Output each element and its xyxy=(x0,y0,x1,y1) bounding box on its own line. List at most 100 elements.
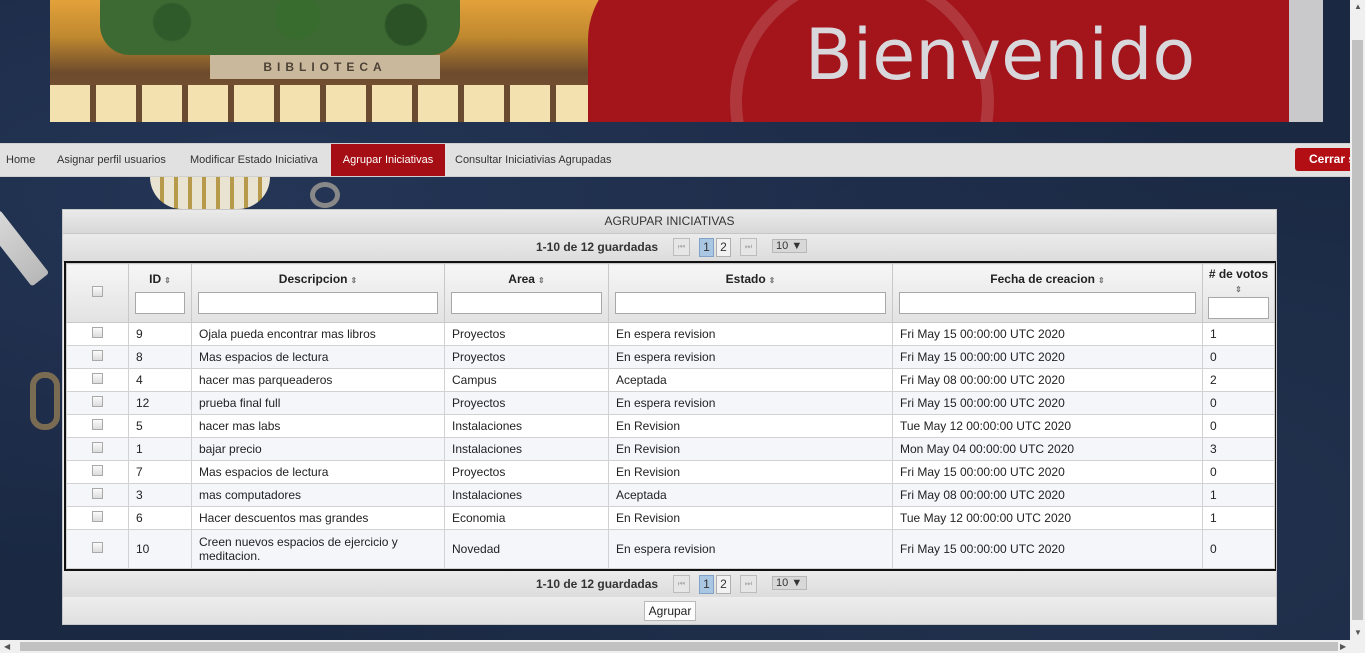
page-1-button[interactable]: 1 xyxy=(699,575,714,594)
banner-title: Bienvenido xyxy=(804,14,1196,96)
cell-estado: En Revision xyxy=(608,437,893,461)
last-page-icon[interactable]: ⏭ xyxy=(740,575,757,593)
filter-estado-input[interactable] xyxy=(615,292,886,314)
row-select-cell xyxy=(66,460,129,484)
table-row[interactable]: 7 Mas espacios de lectura Proyectos En Revi… xyxy=(66,460,1275,484)
row-checkbox[interactable] xyxy=(92,327,103,338)
page-2-button[interactable]: 2 xyxy=(716,575,731,594)
cell-descripcion: prueba final full xyxy=(191,391,445,415)
cell-id: 10 xyxy=(128,529,192,569)
filter-descripcion-input[interactable] xyxy=(198,292,438,314)
table-row[interactable]: 8 Mas espacios de lectura Proyectos En espe… xyxy=(66,345,1275,369)
cell-fecha: Fri May 08 00:00:00 UTC 2020 xyxy=(892,483,1203,507)
cell-descripcion: Hacer descuentos mas grandes xyxy=(191,506,445,530)
agrupar-button[interactable]: Agrupar xyxy=(644,601,696,621)
cell-area: Instalaciones xyxy=(444,414,609,438)
column-header-id[interactable]: ID ⇕ xyxy=(128,263,192,323)
row-checkbox[interactable] xyxy=(92,419,103,430)
sort-icon: ⇕ xyxy=(768,276,776,285)
row-checkbox[interactable] xyxy=(92,350,103,361)
table-row[interactable]: 3 mas computadores Instalaciones Aceptada Fr… xyxy=(66,483,1275,507)
nav-item-consultar-agrupadas[interactable]: Consultar Iniciativias Agrupadas xyxy=(445,144,622,176)
first-page-icon[interactable]: ⏮ xyxy=(673,575,690,593)
nav-item-home[interactable]: Home xyxy=(0,144,45,176)
select-all-checkbox[interactable] xyxy=(92,286,103,297)
cell-votos: 1 xyxy=(1202,322,1275,346)
column-label: Estado xyxy=(725,272,766,286)
sort-icon: ⇕ xyxy=(1235,285,1242,294)
column-header-estado[interactable]: Estado ⇕ xyxy=(608,263,893,323)
column-header-fecha[interactable]: Fecha de creacion ⇕ xyxy=(892,263,1203,323)
row-checkbox[interactable] xyxy=(92,542,103,553)
first-page-icon[interactable]: ⏮ xyxy=(673,238,690,256)
cell-descripcion: Creen nuevos espacios de ejercicio y med… xyxy=(191,529,445,569)
cell-area: Economia xyxy=(444,506,609,530)
column-label: Fecha de creacion xyxy=(990,272,1095,286)
table-row[interactable]: 12 prueba final full Proyectos En espera re… xyxy=(66,391,1275,415)
scroll-down-icon[interactable]: ▼ xyxy=(1354,628,1362,637)
cell-fecha: Tue May 12 00:00:00 UTC 2020 xyxy=(892,414,1203,438)
table-row[interactable]: 4 hacer mas parqueaderos Campus Aceptada Fri… xyxy=(66,368,1275,392)
cell-id: 4 xyxy=(128,368,192,392)
nav-item-agrupar-iniciativas[interactable]: Agrupar Iniciativas xyxy=(331,144,445,176)
cell-area: Proyectos xyxy=(444,391,609,415)
cell-estado: En espera revision xyxy=(608,529,893,569)
nav-item-asignar-perfil[interactable]: Asignar perfil usuarios xyxy=(47,144,176,176)
scroll-up-icon[interactable]: ▲ xyxy=(1354,2,1362,11)
cell-votos: 1 xyxy=(1202,506,1275,530)
cell-area: Campus xyxy=(444,368,609,392)
filter-fecha-input[interactable] xyxy=(899,292,1196,314)
horizontal-scrollbar-thumb[interactable] xyxy=(20,642,1338,651)
row-checkbox[interactable] xyxy=(92,511,103,522)
rows-per-page-select[interactable]: 10 ▼ xyxy=(772,576,807,590)
cell-descripcion: hacer mas labs xyxy=(191,414,445,438)
row-checkbox[interactable] xyxy=(92,465,103,476)
cell-votos: 0 xyxy=(1202,345,1275,369)
scroll-left-icon[interactable]: ◀ xyxy=(4,642,10,651)
paginator-report: 1-10 de 12 guardadas xyxy=(536,577,659,591)
table-row[interactable]: 10 Creen nuevos espacios de ejercicio y m… xyxy=(66,529,1275,569)
cell-descripcion: Ojala pueda encontrar mas libros xyxy=(191,322,445,346)
last-page-icon[interactable]: ⏭ xyxy=(740,238,757,256)
row-checkbox[interactable] xyxy=(92,373,103,384)
cell-votos: 0 xyxy=(1202,391,1275,415)
library-sign: BIBLIOTECA xyxy=(210,55,440,79)
cell-votos: 2 xyxy=(1202,368,1275,392)
table-row[interactable]: 5 hacer mas labs Instalaciones En Revision T… xyxy=(66,414,1275,438)
filter-area-input[interactable] xyxy=(451,292,602,314)
row-checkbox[interactable] xyxy=(92,488,103,499)
nav-item-modificar-estado[interactable]: Modificar Estado Iniciativa xyxy=(180,144,328,176)
column-header-area[interactable]: Area ⇕ xyxy=(444,263,609,323)
cell-votos: 0 xyxy=(1202,529,1275,569)
table-row[interactable]: 6 Hacer descuentos mas grandes Economia En … xyxy=(66,506,1275,530)
column-header-descripcion[interactable]: Descripcion ⇕ xyxy=(191,263,445,323)
sort-icon: ⇕ xyxy=(350,276,358,285)
row-select-cell xyxy=(66,414,129,438)
cell-descripcion: Mas espacios de lectura xyxy=(191,345,445,369)
rows-per-page-select[interactable]: 10 ▼ xyxy=(772,239,807,253)
cell-descripcion: hacer mas parqueaderos xyxy=(191,368,445,392)
chevron-down-icon: ▼ xyxy=(791,577,803,589)
cell-id: 9 xyxy=(128,322,192,346)
vertical-scrollbar-thumb[interactable] xyxy=(1352,40,1363,620)
sort-icon: ⇕ xyxy=(164,276,171,285)
row-checkbox[interactable] xyxy=(92,396,103,407)
paginator-top: 1-10 de 12 guardadas ⏮ 1 2 ⏭ 10 ▼ xyxy=(63,234,1276,262)
row-select-cell xyxy=(66,529,129,569)
filter-id-input[interactable] xyxy=(135,292,185,314)
cell-area: Instalaciones xyxy=(444,483,609,507)
page-1-button[interactable]: 1 xyxy=(699,238,714,257)
cell-area: Instalaciones xyxy=(444,437,609,461)
cell-votos: 3 xyxy=(1202,437,1275,461)
rows-per-page-value: 10 xyxy=(776,577,789,589)
column-header-votos[interactable]: # de votos ⇕ xyxy=(1202,263,1275,323)
filter-votos-input[interactable] xyxy=(1208,297,1269,319)
logout-button[interactable]: Cerrar s xyxy=(1295,148,1355,171)
ring-decoration xyxy=(310,182,340,208)
row-checkbox[interactable] xyxy=(92,442,103,453)
cell-estado: En espera revision xyxy=(608,345,893,369)
table-row[interactable]: 1 bajar precio Instalaciones En Revision Mon… xyxy=(66,437,1275,461)
scroll-right-icon[interactable]: ▶ xyxy=(1340,642,1346,651)
table-row[interactable]: 9 Ojala pueda encontrar mas libros Proyect… xyxy=(66,322,1275,346)
page-2-button[interactable]: 2 xyxy=(716,238,731,257)
